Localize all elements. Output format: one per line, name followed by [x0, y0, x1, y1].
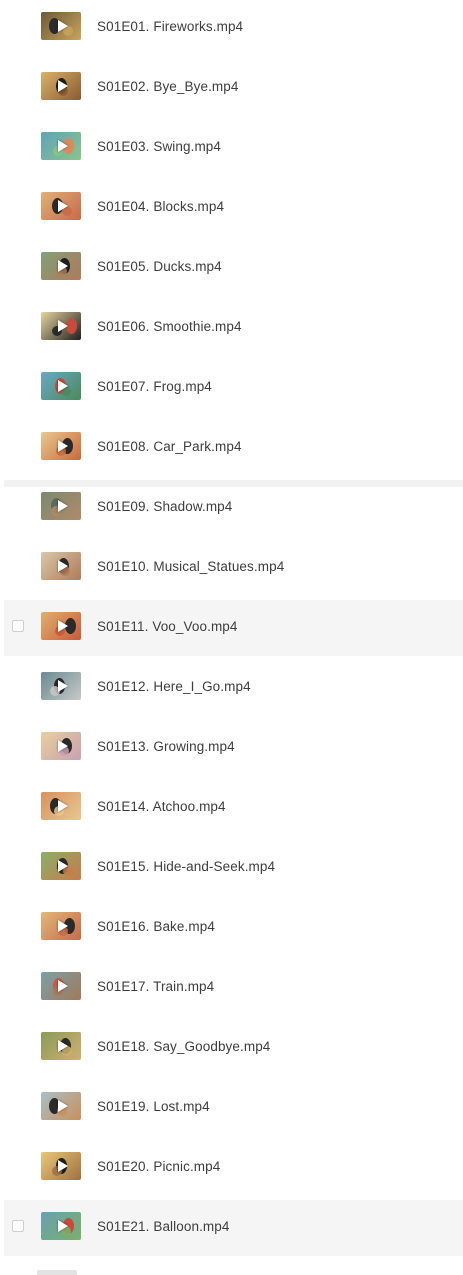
file-row[interactable]: S01E01. Fireworks.mp4	[4, 0, 463, 56]
video-thumbnail[interactable]	[41, 672, 81, 700]
file-name[interactable]: S01E02. Bye_Bye.mp4	[97, 78, 239, 96]
file-row[interactable]: S01E21. Balloon.mp4	[4, 1200, 463, 1256]
file-name[interactable]: S01E08. Car_Park.mp4	[97, 438, 242, 456]
file-name[interactable]: S01E01. Fireworks.mp4	[97, 18, 243, 36]
play-icon	[58, 680, 68, 692]
video-thumbnail[interactable]	[41, 792, 81, 820]
file-row[interactable]: S01E14. Atchoo.mp4	[4, 780, 463, 836]
video-thumbnail[interactable]	[41, 192, 81, 220]
file-row[interactable]: S01E13. Growing.mp4	[4, 720, 463, 776]
video-thumbnail[interactable]	[41, 492, 81, 520]
video-thumbnail[interactable]	[41, 912, 81, 940]
video-thumbnail[interactable]	[41, 252, 81, 280]
file-row[interactable]: S01E19. Lost.mp4	[4, 1080, 463, 1136]
file-name[interactable]: S01E17. Train.mp4	[97, 978, 214, 996]
video-thumbnail[interactable]	[41, 72, 81, 100]
play-icon	[58, 1040, 68, 1052]
video-thumbnail[interactable]	[41, 12, 81, 40]
video-thumbnail[interactable]	[41, 132, 81, 160]
play-icon	[58, 560, 68, 572]
file-row[interactable]: S01E07. Frog.mp4	[4, 360, 463, 416]
file-name[interactable]: S01E03. Swing.mp4	[97, 138, 221, 156]
file-name[interactable]: S01E04. Blocks.mp4	[97, 198, 224, 216]
video-thumbnail[interactable]	[41, 972, 81, 1000]
file-name[interactable]: S01E16. Bake.mp4	[97, 918, 215, 936]
video-thumbnail[interactable]	[41, 1212, 81, 1240]
play-icon	[58, 20, 68, 32]
next-thumbnail-partial	[37, 1270, 77, 1275]
file-name[interactable]: S01E07. Frog.mp4	[97, 378, 212, 396]
file-row[interactable]: S01E03. Swing.mp4	[4, 120, 463, 176]
file-name[interactable]: S01E12. Here_I_Go.mp4	[97, 678, 251, 696]
file-row[interactable]: S01E05. Ducks.mp4	[4, 240, 463, 296]
file-name[interactable]: S01E09. Shadow.mp4	[97, 498, 232, 516]
play-icon	[58, 980, 68, 992]
video-thumbnail[interactable]	[41, 372, 81, 400]
video-thumbnail[interactable]	[41, 1032, 81, 1060]
play-icon	[58, 860, 68, 872]
play-icon	[58, 1220, 68, 1232]
play-icon	[58, 500, 68, 512]
play-icon	[58, 200, 68, 212]
file-row[interactable]: S01E11. Voo_Voo.mp4	[4, 600, 463, 656]
file-name[interactable]: S01E06. Smoothie.mp4	[97, 318, 242, 336]
play-icon	[58, 380, 68, 392]
video-thumbnail[interactable]	[41, 312, 81, 340]
play-icon	[58, 800, 68, 812]
file-row[interactable]: S01E12. Here_I_Go.mp4	[4, 660, 463, 716]
video-thumbnail[interactable]	[41, 1152, 81, 1180]
play-icon	[58, 440, 68, 452]
play-icon	[58, 620, 68, 632]
video-thumbnail[interactable]	[41, 1092, 81, 1120]
play-icon	[58, 260, 68, 272]
play-icon	[58, 80, 68, 92]
select-checkbox[interactable]	[12, 1220, 24, 1232]
file-row[interactable]: S01E16. Bake.mp4	[4, 900, 463, 956]
select-checkbox[interactable]	[12, 620, 24, 632]
file-row[interactable]: S01E02. Bye_Bye.mp4	[4, 60, 463, 116]
file-row[interactable]: S01E18. Say_Goodbye.mp4	[4, 1020, 463, 1076]
file-name[interactable]: S01E10. Musical_Statues.mp4	[97, 558, 284, 576]
play-icon	[58, 320, 68, 332]
file-row[interactable]: S01E08. Car_Park.mp4	[4, 420, 463, 476]
file-name[interactable]: S01E13. Growing.mp4	[97, 738, 235, 756]
file-name[interactable]: S01E05. Ducks.mp4	[97, 258, 222, 276]
play-icon	[58, 740, 68, 752]
file-row[interactable]: S01E17. Train.mp4	[4, 960, 463, 1016]
video-thumbnail[interactable]	[41, 852, 81, 880]
file-name[interactable]: S01E20. Picnic.mp4	[97, 1158, 220, 1176]
file-name[interactable]: S01E15. Hide-and-Seek.mp4	[97, 858, 275, 876]
file-row[interactable]: S01E20. Picnic.mp4	[4, 1140, 463, 1196]
video-thumbnail[interactable]	[41, 732, 81, 760]
file-name[interactable]: S01E14. Atchoo.mp4	[97, 798, 226, 816]
play-icon	[58, 140, 68, 152]
video-thumbnail[interactable]	[41, 612, 81, 640]
file-row[interactable]: S01E10. Musical_Statues.mp4	[4, 540, 463, 596]
file-row[interactable]: S01E04. Blocks.mp4	[4, 180, 463, 236]
play-icon	[58, 1100, 68, 1112]
video-file-list: S01E01. Fireworks.mp4 S01E02. Bye_Bye.mp4…	[0, 0, 463, 1275]
file-row[interactable]: S01E06. Smoothie.mp4	[4, 300, 463, 356]
file-row[interactable]: S01E09. Shadow.mp4	[4, 480, 463, 536]
file-name[interactable]: S01E19. Lost.mp4	[97, 1098, 210, 1116]
video-thumbnail[interactable]	[41, 552, 81, 580]
file-name[interactable]: S01E21. Balloon.mp4	[97, 1218, 230, 1236]
file-name[interactable]: S01E11. Voo_Voo.mp4	[97, 618, 238, 636]
play-icon	[58, 1160, 68, 1172]
play-icon	[58, 920, 68, 932]
file-name[interactable]: S01E18. Say_Goodbye.mp4	[97, 1038, 270, 1056]
file-row[interactable]: S01E15. Hide-and-Seek.mp4	[4, 840, 463, 896]
video-thumbnail[interactable]	[41, 432, 81, 460]
